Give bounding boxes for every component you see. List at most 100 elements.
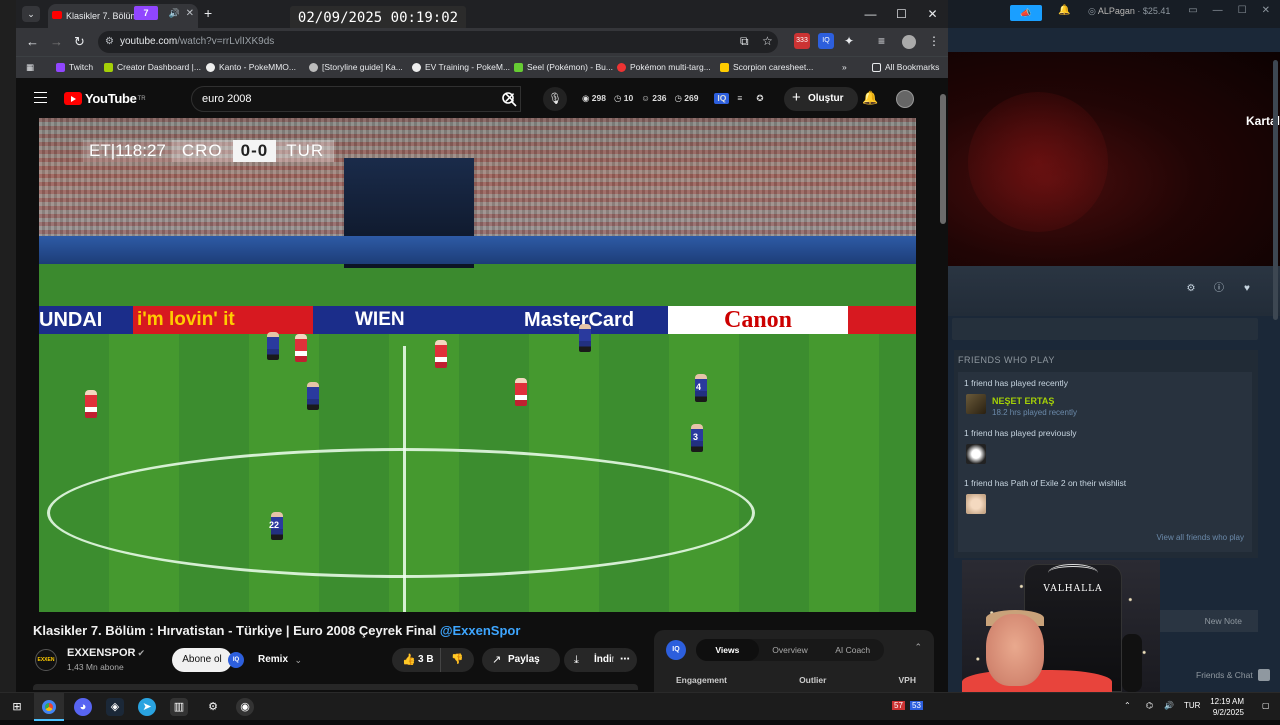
search-input[interactable]: euro 2008 ✕ xyxy=(191,86,521,112)
tab-audio-icon[interactable]: 🔊 xyxy=(169,8,180,19)
network-icon[interactable]: ⌬ xyxy=(1146,701,1153,710)
channel-avatar[interactable]: EXXEN xyxy=(35,649,57,671)
announcements-megaphone-icon[interactable]: 📣 xyxy=(1010,5,1042,21)
create-button[interactable]: + Oluştur xyxy=(784,87,858,111)
tab-views[interactable]: Views xyxy=(696,639,759,661)
steam-icon[interactable]: ◈ xyxy=(106,698,124,716)
tab-overview[interactable]: Overview xyxy=(759,639,822,661)
obs-icon[interactable]: ◉ xyxy=(236,698,254,716)
tray-badge[interactable]: 57 xyxy=(892,701,905,710)
apps-grid-icon[interactable]: ▦ xyxy=(26,62,34,73)
video-player[interactable]: UNDAI i'm lovin' it WIEN MasterCard Cano… xyxy=(39,118,916,612)
youtube-logo[interactable]: YouTube TR xyxy=(64,91,146,106)
extensions-puzzle-icon[interactable]: ✦ xyxy=(844,34,854,48)
dislike-button[interactable]: 👎 xyxy=(440,648,474,672)
info-icon[interactable]: ⓘ xyxy=(1210,280,1228,298)
tab-youtube[interactable]: Klasikler 7. Bölüm 7 🔊 ✕ xyxy=(48,4,198,28)
menu-hamburger-icon[interactable] xyxy=(34,92,47,103)
subscribe-button[interactable]: Abone ol xyxy=(172,648,232,672)
chrome-menu-icon[interactable]: ⋮ xyxy=(928,34,940,48)
stream-clock-overlay: 02/09/2025 00:19:02 xyxy=(290,6,466,30)
list-icon[interactable]: ≡ xyxy=(737,93,742,104)
bookmarks-overflow-icon[interactable]: » xyxy=(842,62,847,72)
steam-minimize-icon[interactable]: — xyxy=(1213,5,1223,16)
screen-icon[interactable]: ▭ xyxy=(1188,5,1197,16)
bookmark-storyline-guide[interactable]: [Storyline guide] Ka... xyxy=(309,62,403,72)
windows-start-icon[interactable]: ⊞ xyxy=(8,698,26,716)
steam-maximize-icon[interactable]: ☐ xyxy=(1238,5,1247,16)
description-box[interactable] xyxy=(33,684,638,690)
vidiq-extension-icon[interactable]: IQ xyxy=(818,33,834,49)
taskbar-clock[interactable]: 12:19 AM 9/2/2025 xyxy=(1210,696,1244,718)
address-bar[interactable]: ⚙ youtube.com/watch?v=rrLvlIXK9ds xyxy=(98,31,778,53)
vidiq-icon[interactable]: IQ xyxy=(714,93,730,104)
bookmark-seel[interactable]: Seel (Pokémon) - Bu... xyxy=(514,62,613,72)
tab-search-button[interactable]: ⌄ xyxy=(22,6,40,22)
steam-close-icon[interactable]: ✕ xyxy=(1262,5,1270,16)
steam-scrollbar[interactable] xyxy=(1273,60,1278,320)
language-indicator[interactable]: TUR xyxy=(1184,701,1200,710)
search-button[interactable] xyxy=(491,86,529,112)
extension-badge[interactable]: 333 xyxy=(794,33,810,49)
reload-icon[interactable]: ↻ xyxy=(74,34,85,50)
tab-close-icon[interactable]: ✕ xyxy=(186,8,194,19)
share-button[interactable]: ↗ Paylaş xyxy=(482,648,560,672)
profile-avatar[interactable] xyxy=(902,35,916,49)
bookmark-creator-dashboard[interactable]: Creator Dashboard |... xyxy=(104,62,201,72)
pin-icon[interactable]: ✪ xyxy=(756,93,763,104)
friends-chat-button[interactable]: Friends & Chat xyxy=(1196,669,1270,681)
steam-account[interactable]: ◎ ALPagan · $25.41 xyxy=(1088,6,1170,17)
voice-search-mic-icon[interactable]: 🎙 xyxy=(543,87,567,111)
bookmark-ev-training[interactable]: EV Training - PokeM... xyxy=(412,62,510,72)
tray-badge[interactable]: 53 xyxy=(910,701,923,710)
volume-icon[interactable]: 🔊 xyxy=(1164,701,1174,710)
cast-icon[interactable]: ⧉ xyxy=(740,34,749,49)
account-avatar[interactable] xyxy=(896,90,914,108)
chevron-down-icon[interactable]: ⌄ xyxy=(294,648,302,672)
friend-avatar[interactable] xyxy=(966,394,986,414)
app-icon[interactable]: ▥ xyxy=(170,698,188,716)
minimize-icon[interactable]: — xyxy=(855,0,886,28)
settings-icon[interactable]: ⚙ xyxy=(204,698,222,716)
maximize-icon[interactable]: ☐ xyxy=(886,0,917,28)
notifications-icon[interactable]: ▢ xyxy=(1262,701,1270,710)
chrome-taskbar-icon[interactable] xyxy=(34,693,64,721)
favorite-heart-icon[interactable]: ♥ xyxy=(1238,280,1256,298)
player xyxy=(515,378,527,406)
friends-who-play-header: FRIENDS WHO PLAY xyxy=(958,355,1055,365)
channel-name[interactable]: EXXENSPOR ✔ xyxy=(67,647,145,659)
bookmark-star-icon[interactable]: ☆ xyxy=(762,34,773,48)
remix-button[interactable]: IQ Remix ⌄ xyxy=(224,648,302,672)
close-window-icon[interactable]: ✕ xyxy=(917,0,948,28)
bookmark-pokemon-multi-targ[interactable]: Pokémon multi-targ... xyxy=(617,62,711,72)
chair-logo-icon xyxy=(1048,564,1098,582)
player xyxy=(579,324,591,352)
bookmark-scorpion[interactable]: Scorpion caresheet... xyxy=(720,62,813,72)
new-tab-button[interactable]: + xyxy=(204,5,212,21)
channel-hashtag-link[interactable]: @ExxenSpor xyxy=(440,623,521,638)
like-button[interactable]: 👍 3 B xyxy=(392,648,440,672)
site-info-icon[interactable]: ⚙ xyxy=(105,31,114,53)
all-bookmarks[interactable]: All Bookmarks xyxy=(872,62,939,72)
forward-arrow-icon[interactable]: → xyxy=(50,34,63,49)
board-mastercard: MasterCard xyxy=(524,308,635,331)
tab-ai-coach[interactable]: AI Coach xyxy=(821,639,884,661)
friend-avatar[interactable] xyxy=(966,494,986,514)
friend-name[interactable]: NEŞET ERTAŞ xyxy=(992,396,1054,406)
settings-gear-icon[interactable]: ⚙ xyxy=(1182,280,1200,298)
steam-notifications-bell-icon[interactable]: 🔔 xyxy=(1058,5,1070,16)
notifications-bell-icon[interactable]: 🔔 xyxy=(862,90,878,106)
back-arrow-icon[interactable]: ← xyxy=(26,34,39,49)
telegram-icon[interactable]: ➤ xyxy=(138,698,156,716)
more-actions-button[interactable]: ⋯ xyxy=(613,648,637,672)
bookmark-kanto[interactable]: Kanto - PokeMMO... xyxy=(206,62,296,72)
more-dots-icon: ⋯ xyxy=(620,654,630,665)
chevron-up-icon[interactable]: ⌃ xyxy=(914,642,922,653)
view-all-friends-link[interactable]: View all friends who play xyxy=(1157,533,1244,542)
tray-overflow-icon[interactable]: ⌃ xyxy=(1124,701,1131,710)
media-controls-icon[interactable]: ≡ xyxy=(878,34,885,48)
friend-avatar[interactable] xyxy=(966,444,986,464)
bookmark-twitch[interactable]: Twitch xyxy=(56,62,93,72)
discord-icon[interactable]: ◕ xyxy=(74,698,92,716)
page-scrollbar[interactable] xyxy=(940,94,946,224)
